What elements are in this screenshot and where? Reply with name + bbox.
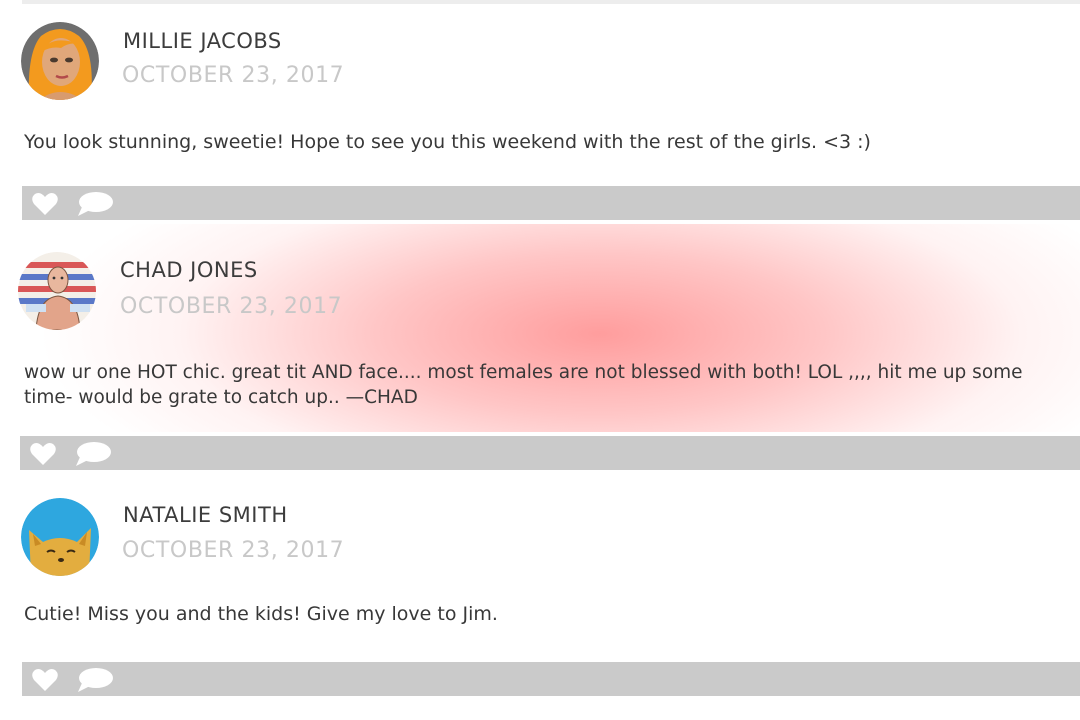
man-flag-avatar-icon bbox=[18, 252, 96, 330]
comment-author[interactable]: NATALIE SMITH bbox=[123, 503, 288, 527]
comment-date: OCTOBER 23, 2017 bbox=[122, 63, 345, 88]
comment-body: Cutie! Miss you and the kids! Give my lo… bbox=[24, 603, 498, 625]
comment-author[interactable]: CHAD JONES bbox=[120, 258, 258, 282]
woman-orange-hair-avatar-icon bbox=[21, 22, 99, 100]
comment-body: wow ur one HOT chic. great tit AND face.… bbox=[24, 362, 1023, 408]
comment-item: MILLIE JACOBS OCTOBER 23, 2017 You look … bbox=[0, 4, 1080, 220]
avatar[interactable] bbox=[18, 252, 96, 330]
comment-date: OCTOBER 23, 2017 bbox=[122, 538, 345, 563]
speech-bubble-icon[interactable] bbox=[76, 191, 114, 221]
heart-icon[interactable] bbox=[31, 192, 59, 220]
comment-date: OCTOBER 23, 2017 bbox=[120, 294, 343, 319]
comment-item: NATALIE SMITH OCTOBER 23, 2017 Cutie! Mi… bbox=[0, 474, 1080, 700]
speech-bubble-icon[interactable] bbox=[76, 667, 114, 697]
speech-bubble-icon[interactable] bbox=[74, 441, 112, 471]
cat-avatar-icon bbox=[21, 498, 99, 576]
heart-icon[interactable] bbox=[29, 442, 57, 470]
comment-action-bar bbox=[20, 436, 1080, 470]
comment-action-bar bbox=[22, 186, 1080, 220]
heart-icon[interactable] bbox=[31, 668, 59, 696]
comment-body: You look stunning, sweetie! Hope to see … bbox=[24, 131, 871, 153]
avatar[interactable] bbox=[21, 498, 99, 576]
comment-item-highlighted: CHAD JONES OCTOBER 23, 2017 wow ur one H… bbox=[0, 224, 1080, 470]
comment-action-bar bbox=[22, 662, 1080, 696]
avatar[interactable] bbox=[21, 22, 99, 100]
comment-author[interactable]: MILLIE JACOBS bbox=[123, 29, 282, 53]
